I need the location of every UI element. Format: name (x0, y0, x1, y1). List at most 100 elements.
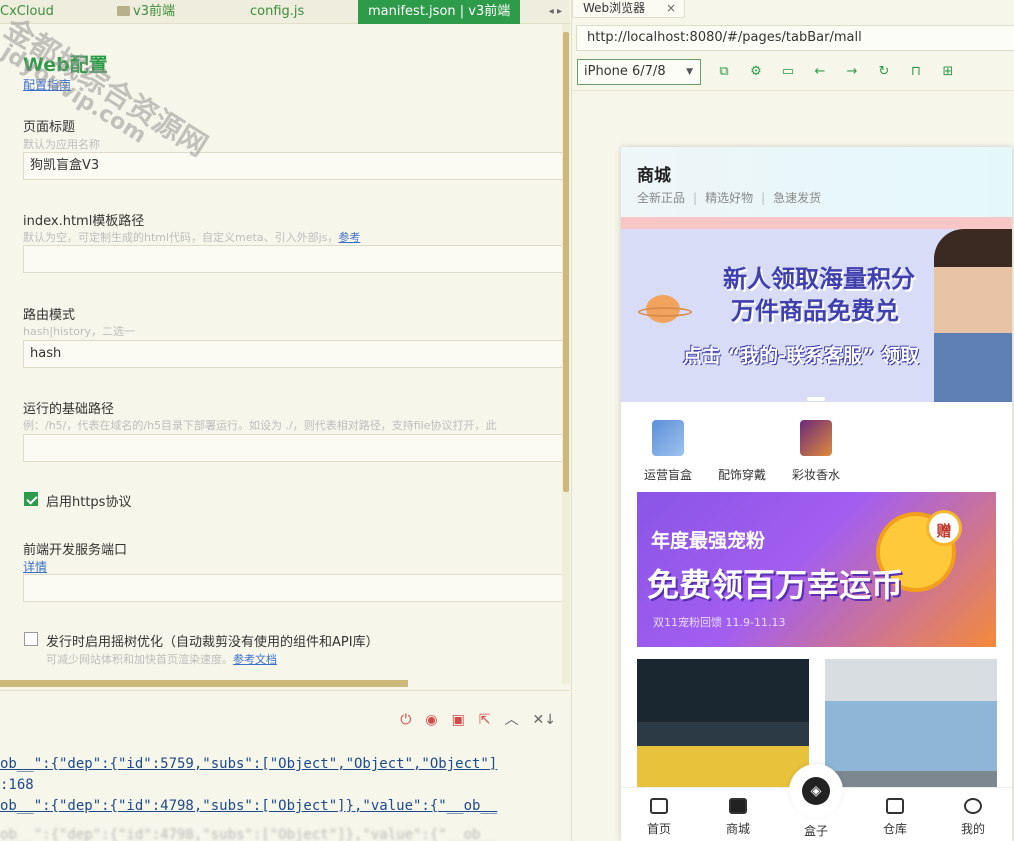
box-icon: ◈ (802, 777, 830, 805)
category-item[interactable]: 配饰穿戴 (707, 420, 777, 483)
web-config-form: Web配置 配置指南 页面标题 默认为应用名称 狗凯盲盒V3 index.htm… (0, 24, 563, 680)
cosmetics-icon (800, 420, 832, 456)
mall-tag: 精选好物 (705, 191, 754, 205)
form-scroll-thumb[interactable] (563, 32, 569, 492)
grid-icon[interactable]: ⊞ (938, 62, 958, 82)
promo-banner-lucky-coins[interactable]: 赠 年度最强宠粉 免费领百万幸运币 双11宠粉回馈 11.9-11.13 (637, 492, 996, 647)
config-guide-link[interactable]: 配置指南 (23, 76, 71, 93)
mall-subtitle: 全新正品 | 精选好物 | 急速发货 (637, 189, 821, 206)
mall-tag: 急速发货 (773, 191, 822, 205)
clear-icon[interactable]: ▣ (452, 712, 465, 728)
banner-headline: 年度最强宠粉 (651, 530, 766, 552)
chevron-down-icon: ▼ (686, 67, 693, 77)
export-icon[interactable]: ⇱ (479, 712, 491, 728)
tab-warehouse[interactable]: 仓库 (865, 798, 925, 837)
tab-mine-label: 我的 (960, 822, 985, 836)
browser-toolbar: ⧉ ⚙ ▭ ← → ↻ ⊓ ⊞ (714, 62, 958, 82)
console-line: :168 (0, 777, 34, 793)
tab-mall[interactable]: 商城 (708, 798, 768, 837)
back-icon[interactable]: ← (810, 62, 830, 82)
banner-subheadline: 免费领百万幸运币 (647, 566, 904, 604)
banner-subheadline: 万件商品免费兑 (731, 297, 899, 325)
header-strip (621, 217, 1012, 229)
category-item[interactable]: 彩妆香水 (781, 420, 851, 483)
tree-shaking-hint: 可减少网站体积和加快首页渲染速度。参考文档 (46, 651, 546, 667)
base-path-input[interactable] (23, 434, 563, 462)
model-photo (934, 229, 1012, 402)
tree-shaking-hint-text: 可减少网站体积和加快首页渲染速度。 (46, 653, 233, 666)
mall-tag: 全新正品 (637, 191, 686, 205)
mall-tag-separator: | (693, 191, 698, 205)
carousel-indicator[interactable] (807, 397, 825, 401)
stop-icon[interactable]: ⏻ (400, 712, 411, 728)
console-icon[interactable]: ▭ (778, 62, 798, 82)
promo-banner-new-user[interactable]: 新人领取海量积分 万件商品免费兑 点击 “我的-联系客服” 领取 (621, 229, 1012, 402)
profile-icon (964, 798, 982, 814)
dev-port-label: 前端开发服务端口 (23, 543, 128, 558)
editor-panel: CxCloud v3前端 config.js manifest.json | v… (0, 0, 570, 841)
home-icon (650, 798, 668, 814)
forward-icon[interactable]: → (842, 62, 862, 82)
category-item[interactable]: 运营盲盒 (633, 420, 703, 483)
tab-warehouse-label: 仓库 (882, 822, 907, 836)
editor-tab-bar: CxCloud v3前端 config.js manifest.json | v… (0, 0, 570, 24)
mall-tag-separator: | (761, 191, 766, 205)
template-path-label: index.html模板路径 (23, 214, 145, 229)
new-window-icon[interactable]: ⧉ (714, 62, 734, 82)
banner-date-text: 双11宠粉回馈 11.9-11.13 (653, 616, 786, 629)
template-path-hint: 默认为空，可定制生成的html代码，自定义meta、引入外部js，参考 (23, 229, 563, 245)
console-panel: ⏻ ◉ ▣ ⇱ ︿ ✕↓ ob__":{"dep":{"id":5759,"su… (0, 690, 570, 841)
router-mode-hint: hash|history，二选一 (23, 325, 135, 338)
tree-shaking-label: 发行时启用摇树优化（自动裁剪没有使用的组件和API库） (46, 635, 379, 650)
phone-preview: 商城 全新正品 | 精选好物 | 急速发货 新人领取海量积分 万件商品免费兑 点击 “我… (621, 147, 1012, 841)
tab-config-js[interactable]: config.js (250, 0, 304, 24)
base-path-label: 运行的基础路径 (23, 402, 115, 417)
tab-home-label: 首页 (646, 822, 671, 836)
tab-home[interactable]: 首页 (629, 798, 689, 837)
template-path-ref-link[interactable]: 参考 (338, 231, 360, 244)
form-vertical-scrollbar[interactable] (562, 24, 570, 684)
section-title: Web配置 (23, 54, 108, 76)
planet-decoration (638, 295, 692, 323)
settings-icon[interactable]: ⚙ (746, 62, 766, 82)
collapse-icon[interactable]: ︿ (505, 712, 519, 728)
device-select[interactable]: iPhone 6/7/8 ▼ (577, 59, 701, 85)
lock-icon[interactable]: ⊓ (906, 62, 926, 82)
tab-box[interactable]: 盒子 (786, 816, 846, 839)
tab-mine[interactable]: 我的 (943, 798, 1003, 837)
browser-tab[interactable]: Web浏览器 × (572, 0, 685, 18)
record-icon[interactable]: ◉ (425, 712, 437, 728)
browser-panel: Web浏览器 × http://localhost:8080/#/pages/ta… (571, 0, 1014, 841)
console-line-faded: ob__":{"dep":{"id":4798,"subs":["Object"… (0, 827, 498, 841)
page-title-input[interactable]: 狗凯盲盒V3 (23, 152, 563, 180)
wrap-icon[interactable]: ✕↓ (533, 712, 556, 728)
product-card[interactable] (637, 659, 809, 799)
dev-port-input[interactable] (23, 574, 563, 602)
dev-port-detail-link[interactable]: 详情 (23, 558, 47, 575)
gift-badge: 赠 (926, 510, 962, 546)
mall-header: 商城 全新正品 | 精选好物 | 急速发货 (621, 147, 1012, 217)
category-label: 运营盲盒 (643, 468, 692, 482)
product-card[interactable] (825, 659, 997, 799)
form-horizontal-scrollbar[interactable] (0, 680, 408, 687)
tab-cxcloud[interactable]: CxCloud (0, 0, 54, 24)
page-title-label: 页面标题 (23, 120, 76, 135)
console-line: ob__":{"dep":{"id":4798,"subs":["Object"… (0, 798, 498, 814)
tree-shaking-checkbox[interactable] (24, 632, 38, 646)
close-icon[interactable]: × (666, 0, 676, 16)
https-checkbox[interactable] (24, 492, 38, 506)
box-center-button[interactable]: ◈ (789, 764, 843, 818)
tree-shaking-doc-link[interactable]: 参考文档 (233, 653, 277, 666)
url-input[interactable]: http://localhost:8080/#/pages/tabBar/mal… (576, 25, 1014, 51)
tab-scroll-arrows[interactable]: ◂ ▸ (549, 0, 562, 24)
accessory-icon (726, 420, 758, 456)
folder-icon (117, 6, 130, 16)
tab-manifest-json[interactable]: manifest.json | v3前端 (358, 0, 521, 24)
tab-v3-frontend[interactable]: v3前端 (117, 0, 175, 24)
console-line: ob__":{"dep":{"id":5759,"subs":["Object"… (0, 756, 498, 772)
refresh-icon[interactable]: ↻ (874, 62, 894, 82)
template-path-input[interactable] (23, 245, 563, 273)
https-label: 启用https协议 (46, 495, 132, 510)
router-mode-input[interactable]: hash (23, 340, 563, 368)
ide-window: CxCloud v3前端 config.js manifest.json | v… (0, 0, 1014, 841)
